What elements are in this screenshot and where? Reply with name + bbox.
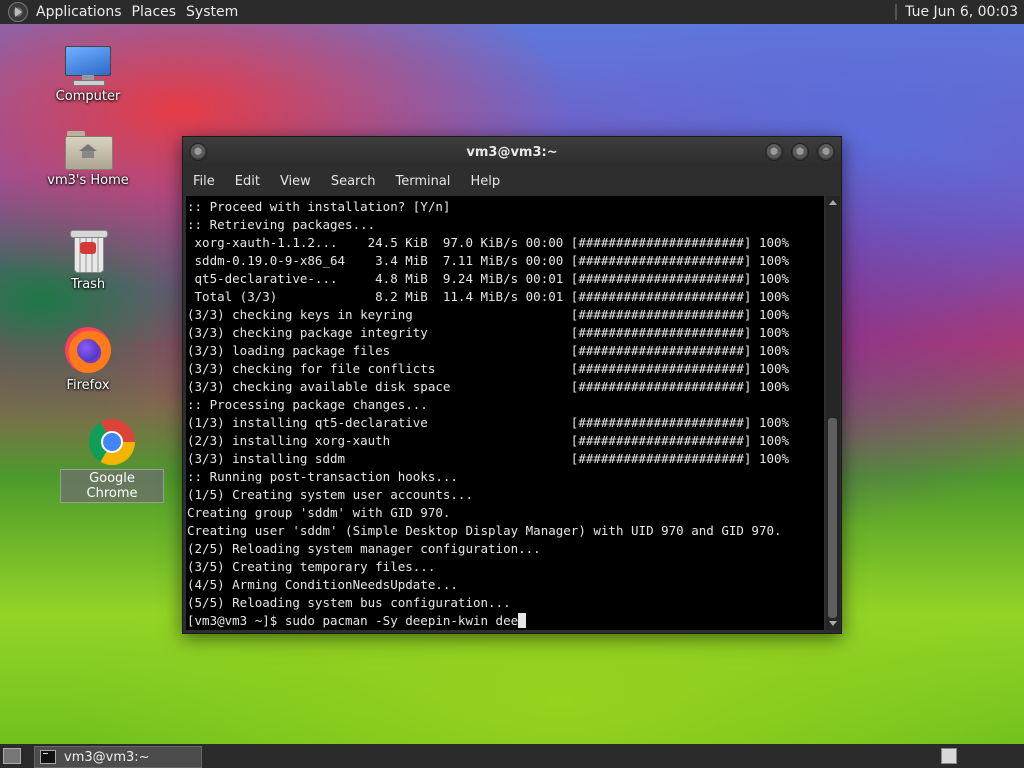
clock[interactable]: Tue Jun 6, 00:03 — [905, 4, 1024, 20]
terminal-line: (2/5) Reloading system manager configura… — [187, 541, 541, 556]
terminal-line: sddm-0.19.0-9-x86_64 3.4 MiB 7.11 MiB/s … — [187, 253, 790, 268]
terminal-line: :: Processing package changes... — [187, 397, 428, 412]
terminal-line: xorg-xauth-1.1.2... 24.5 KiB 97.0 KiB/s … — [187, 235, 790, 250]
terminal-text: :: Proceed with installation? [Y/n]:: Re… — [186, 196, 824, 630]
desktop-icon-trash[interactable]: Trash — [38, 228, 138, 293]
terminal-line: :: Running post-transaction hooks... — [187, 469, 458, 484]
desktop-icon-label: Firefox — [66, 378, 110, 393]
top-panel: Applications Places System Tue Jun 6, 00… — [0, 0, 1024, 24]
terminal-output[interactable]: :: Proceed with installation? [Y/n]:: Re… — [186, 196, 824, 630]
menu-edit[interactable]: Edit — [225, 174, 270, 189]
workspace-switcher[interactable] — [941, 748, 957, 764]
menu-view[interactable]: View — [270, 174, 321, 189]
desktop-icon-firefox[interactable]: Firefox — [38, 327, 138, 394]
terminal-menubar: File Edit View Search Terminal Help — [183, 167, 841, 195]
menu-file[interactable]: File — [183, 174, 225, 189]
terminal-line: (3/3) checking available disk space [###… — [187, 379, 790, 394]
desktop-icon-label: vm3's Home — [47, 173, 129, 188]
show-desktop-icon[interactable] — [3, 748, 21, 764]
terminal-line: (4/5) Arming ConditionNeedsUpdate... — [187, 577, 458, 592]
bottom-panel: vm3@vm3:~ — [0, 744, 1024, 768]
desktop-icon-label: Google Chrome — [60, 469, 164, 503]
terminal-line: (3/3) loading package files [###########… — [187, 343, 790, 358]
desktop-icon-home[interactable]: vm3's Home — [38, 128, 138, 189]
firefox-icon — [65, 327, 111, 373]
chrome-icon — [89, 419, 135, 465]
places-menu[interactable]: Places — [130, 4, 185, 20]
terminal-line: (3/3) checking for file conflicts [#####… — [187, 361, 790, 376]
desktop-icon-label: Computer — [55, 89, 121, 104]
scrollbar-thumb[interactable] — [828, 418, 837, 618]
terminal-line: (3/3) checking keys in keyring [########… — [187, 307, 790, 322]
terminal-line: Creating group 'sddm' with GID 970. — [187, 505, 451, 520]
scroll-down-icon[interactable] — [829, 621, 837, 626]
terminal-line: (2/3) installing xorg-xauth [###########… — [187, 433, 790, 448]
terminal-icon — [40, 750, 56, 764]
terminal-line: (1/3) installing qt5-declarative [######… — [187, 415, 790, 430]
menu-search[interactable]: Search — [321, 174, 386, 189]
terminal-line: :: Retrieving packages... — [187, 217, 376, 232]
terminal-scrollbar[interactable] — [826, 196, 840, 630]
close-button[interactable] — [817, 143, 835, 161]
text-cursor — [518, 613, 527, 628]
window-titlebar[interactable]: vm3@vm3:~ — [183, 137, 841, 167]
terminal-prompt: [vm3@vm3 ~]$ sudo pacman -Sy deepin-kwin… — [187, 613, 519, 628]
terminal-line: (1/5) Creating system user accounts... — [187, 487, 473, 502]
system-menu[interactable]: System — [184, 4, 246, 20]
desktop-icon-label: Trash — [70, 277, 106, 292]
terminal-line: Creating user 'sddm' (Simple Desktop Dis… — [187, 523, 782, 538]
applications-menu[interactable]: Applications — [34, 4, 130, 20]
taskbar-item-label: vm3@vm3:~ — [64, 749, 150, 765]
terminal-line: (3/3) checking package integrity [######… — [187, 325, 790, 340]
scroll-up-icon[interactable] — [829, 200, 837, 205]
desktop-icon-computer[interactable]: Computer — [38, 46, 138, 105]
home-folder-icon — [65, 128, 113, 170]
panel-separator — [895, 4, 898, 20]
menu-terminal[interactable]: Terminal — [385, 174, 460, 189]
minimize-button[interactable] — [765, 143, 783, 161]
terminal-prompt-line[interactable]: [vm3@vm3 ~]$ sudo pacman -Sy deepin-kwin… — [187, 612, 824, 630]
terminal-line: (3/5) Creating temporary files... — [187, 559, 436, 574]
window-title: vm3@vm3:~ — [466, 145, 558, 160]
computer-icon — [65, 46, 111, 86]
terminal-line: qt5-declarative-... 4.8 MiB 9.24 MiB/s 0… — [187, 271, 790, 286]
terminal-line: (5/5) Reloading system bus configuration… — [187, 595, 511, 610]
desktop-icon-chrome[interactable]: Google Chrome — [60, 419, 164, 503]
terminal-window[interactable]: vm3@vm3:~ File Edit View Search Terminal… — [182, 136, 842, 634]
distro-logo-icon[interactable] — [8, 2, 28, 22]
terminal-line: Total (3/3) 8.2 MiB 11.4 MiB/s 00:01 [##… — [187, 289, 790, 304]
terminal-line: :: Proceed with installation? [Y/n] — [187, 199, 451, 214]
maximize-button[interactable] — [791, 143, 809, 161]
menu-help[interactable]: Help — [460, 174, 510, 189]
taskbar-item-terminal[interactable]: vm3@vm3:~ — [34, 746, 202, 768]
terminal-line: (3/3) installing sddm [#################… — [187, 451, 790, 466]
trash-icon — [70, 228, 108, 273]
